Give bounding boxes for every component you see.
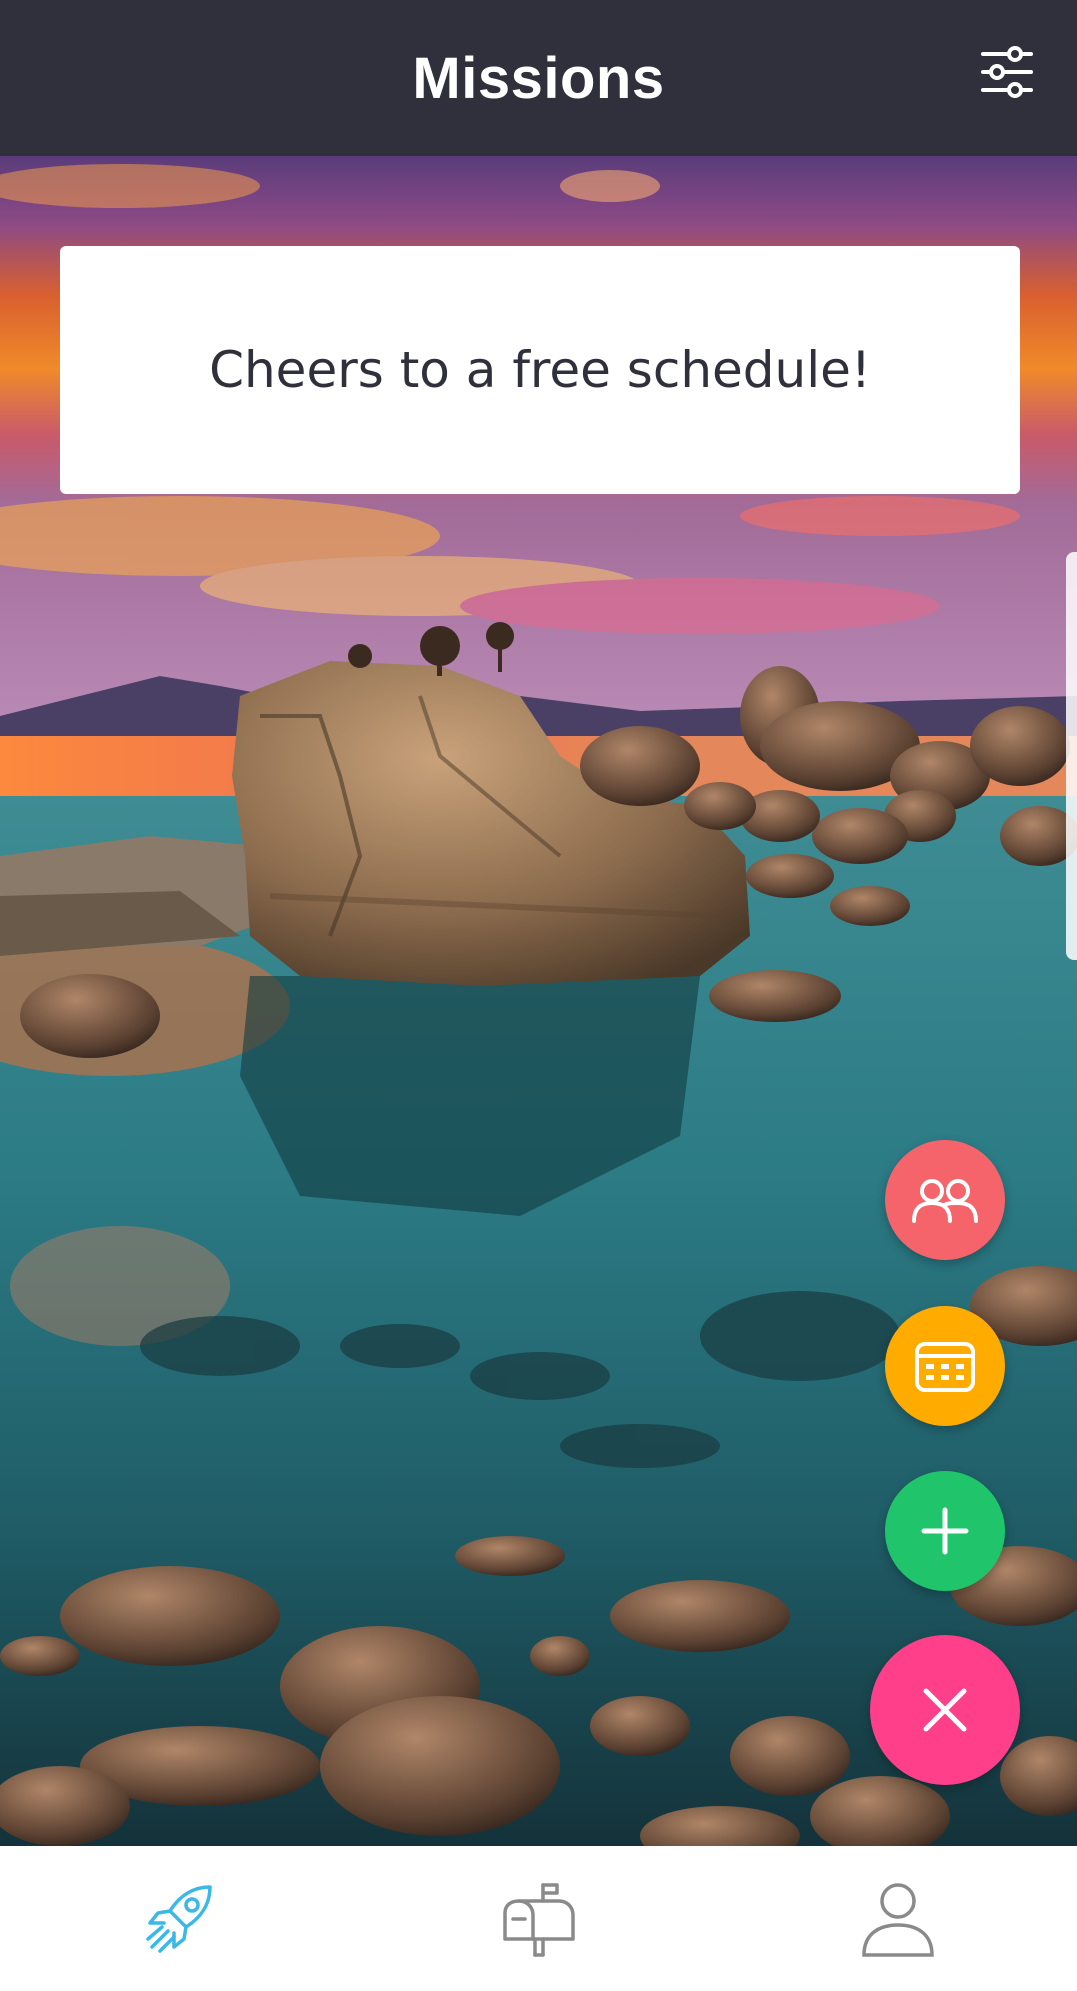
tab-missions[interactable] <box>0 1846 359 1991</box>
team-button[interactable] <box>885 1140 1005 1260</box>
calendar-icon <box>915 1342 975 1392</box>
side-drawer-handle[interactable] <box>1066 552 1077 960</box>
rocket-icon <box>145 1884 212 1953</box>
empty-schedule-message: Cheers to a free schedule! <box>209 341 871 399</box>
calendar-button[interactable] <box>885 1306 1005 1426</box>
mailbox-icon <box>502 1882 575 1957</box>
app-header: Missions <box>0 0 1077 156</box>
close-menu-button[interactable] <box>870 1635 1020 1785</box>
person-icon <box>861 1882 934 1957</box>
add-mission-button[interactable] <box>885 1471 1005 1591</box>
bottom-navigation <box>0 1846 1077 1991</box>
page-title: Missions <box>412 45 665 111</box>
tab-profile[interactable] <box>718 1846 1077 1991</box>
filter-button[interactable] <box>979 44 1035 100</box>
tab-inbox[interactable] <box>359 1846 718 1991</box>
team-icon <box>912 1179 978 1223</box>
close-icon <box>923 1688 967 1732</box>
plus-icon <box>921 1507 969 1555</box>
sliders-icon <box>981 46 1033 98</box>
message-card: Cheers to a free schedule! <box>60 246 1020 494</box>
